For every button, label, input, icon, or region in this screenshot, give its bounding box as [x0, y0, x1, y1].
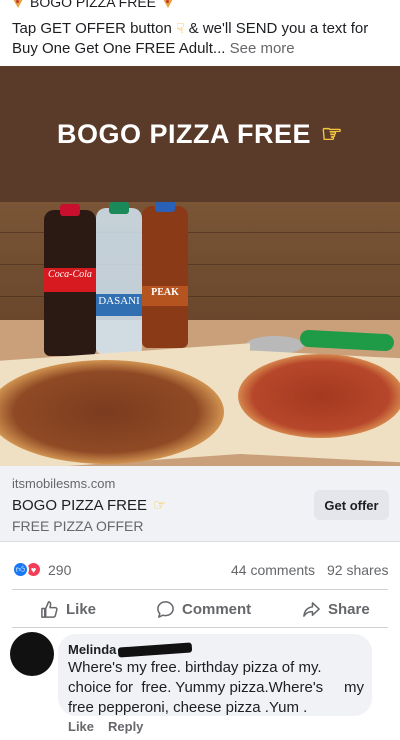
comment-icon — [156, 600, 175, 619]
link-headline-text: BOGO PIZZA FREE — [12, 496, 148, 514]
comment-item: Melinda Where's my free. birthday pizza … — [0, 630, 400, 740]
comment-like-link[interactable]: Like — [68, 719, 94, 734]
link-subtitle: FREE PIZZA OFFER — [12, 518, 144, 534]
comment-bubble[interactable]: Melinda Where's my free. birthday pizza … — [58, 634, 372, 716]
tea-bottle: PEAK — [142, 202, 188, 348]
caption-line-2-text: Buy One Get One FREE Adult... — [12, 40, 226, 57]
comment-actions: Like Reply — [68, 719, 143, 734]
caption-line-1: Tap GET OFFER button ☟ & we'll SEND you … — [12, 18, 368, 39]
share-button[interactable]: Share — [302, 592, 370, 626]
caption-line-1-b: & we'll SEND you a text for — [188, 20, 369, 37]
point-right-icon: ☞ — [321, 120, 344, 148]
comment-author-name: Melinda — [68, 642, 117, 657]
water-bottle: DASANI — [96, 202, 142, 354]
comment-button[interactable]: Comment — [156, 592, 251, 626]
divider — [12, 627, 388, 628]
bottle-cap — [109, 202, 129, 214]
ad-photo[interactable]: Coca-Cola DASANI PEAK — [0, 202, 400, 466]
water-label: DASANI — [96, 294, 142, 316]
pizza-icon — [162, 0, 175, 8]
pizza-icon — [12, 0, 24, 8]
caption-line-1-a: Tap GET OFFER button — [12, 20, 172, 37]
like-reaction-icon: 👍︎ — [12, 561, 29, 578]
see-more-link[interactable]: See more — [230, 40, 295, 57]
reactions-bar: 👍︎ ♥ 290 44 comments 92 shares — [0, 556, 400, 584]
avatar[interactable] — [10, 632, 54, 676]
reaction-count[interactable]: 290 — [48, 562, 71, 578]
like-label: Like — [66, 600, 97, 618]
share-icon — [302, 600, 321, 619]
bottle-cap — [155, 202, 175, 212]
link-domain: itsmobilesms.com — [12, 476, 116, 491]
ad-banner[interactable]: BOGO PIZZA FREE ☞ — [0, 66, 400, 202]
comment-author[interactable]: Melinda — [68, 641, 362, 658]
share-label: Share — [328, 600, 370, 618]
reaction-icons[interactable]: 👍︎ ♥ — [12, 561, 42, 578]
point-right-icon: ☞ — [153, 497, 167, 514]
caption-top-line: BOGO PIZZA FREE — [12, 0, 175, 10]
like-button[interactable]: Like — [40, 592, 96, 626]
coke-bottle: Coca-Cola — [44, 204, 96, 356]
banner-title-text: BOGO PIZZA FREE — [56, 118, 311, 149]
link-preview-card[interactable]: itsmobilesms.com BOGO PIZZA FREE ☞ FREE … — [0, 466, 400, 542]
comment-reply-link[interactable]: Reply — [108, 719, 143, 734]
comment-text-line: Where's my free. birthday pizza of my. — [68, 659, 322, 676]
comment-text-line: choice for free. Yummy pizza.Where's my — [68, 679, 365, 696]
comments-count[interactable]: 44 comments — [231, 562, 315, 578]
caption-top-text: BOGO PIZZA FREE — [30, 0, 157, 10]
caption-line-2: Buy One Get One FREE Adult... See more — [12, 39, 295, 59]
link-headline: BOGO PIZZA FREE ☞ — [12, 496, 167, 515]
get-offer-button[interactable]: Get offer — [314, 490, 389, 520]
comment-label: Comment — [182, 600, 252, 618]
point-down-icon: ☟ — [175, 20, 185, 36]
comment-text-line: free pepperoni, cheese pizza .Yum . — [68, 699, 308, 716]
divider — [12, 589, 388, 590]
bottle-cap — [60, 204, 80, 216]
banner-title: BOGO PIZZA FREE ☞ — [57, 119, 343, 150]
tea-label: PEAK — [142, 286, 188, 306]
pizza-image — [238, 354, 400, 438]
shares-count[interactable]: 92 shares — [327, 562, 388, 578]
redaction-mark — [118, 641, 193, 658]
post-caption: BOGO PIZZA FREE Tap GET OFFER button ☟ &… — [0, 0, 400, 66]
thumbs-up-icon — [40, 600, 59, 619]
post-actions: Like Comment Share — [0, 592, 400, 626]
coke-label: Coca-Cola — [44, 268, 96, 292]
